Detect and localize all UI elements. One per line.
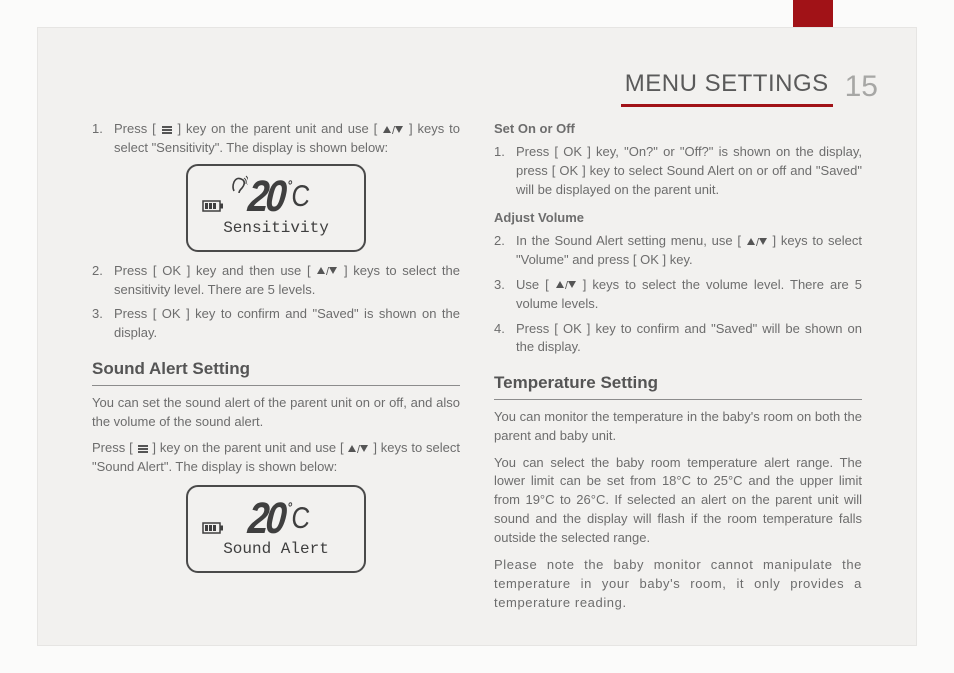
paragraph: You can select the baby room temperature… xyxy=(494,454,862,548)
list-item: 1. Press [ OK ] key, "On?" or "Off?" is … xyxy=(494,143,862,200)
list-item: 2. Press [ OK ] key and then use [ / ] k… xyxy=(92,262,460,300)
step-text: Use [ / ] keys to select the volume leve… xyxy=(516,276,862,314)
step-number: 3. xyxy=(92,305,114,343)
step-text: Press [ ] key on the parent unit and use… xyxy=(114,120,460,158)
lcd-temperature: 20°C xyxy=(247,177,312,217)
lcd-top-row: 20°C xyxy=(198,499,354,539)
list-item: 3. Press [ OK ] key to confirm and "Save… xyxy=(92,305,460,343)
paragraph: Press [ ] key on the parent unit and use… xyxy=(92,439,460,477)
page-header: MENU SETTINGS 15 xyxy=(76,66,878,108)
list-item: 4. Press [ OK ] key to confirm and "Save… xyxy=(494,320,862,358)
step-number: 1. xyxy=(494,143,516,200)
step-text: Press [ OK ] key and then use [ / ] keys… xyxy=(114,262,460,300)
volume-steps: 2. In the Sound Alert setting menu, use … xyxy=(494,232,862,357)
lcd-temperature: 20°C xyxy=(247,499,312,539)
page-number: 15 xyxy=(845,65,878,109)
header-accent-block xyxy=(793,0,833,28)
onoff-steps: 1. Press [ OK ] key, "On?" or "Off?" is … xyxy=(494,143,862,200)
content-columns: 1. Press [ ] key on the parent unit and … xyxy=(92,120,862,615)
menu-icon xyxy=(137,444,149,454)
battery-icon xyxy=(202,199,224,218)
page-title: MENU SETTINGS xyxy=(621,67,833,107)
list-item: 3. Use [ / ] keys to select the volume l… xyxy=(494,276,862,314)
battery-icon xyxy=(202,521,224,540)
up-down-arrows-icon: / xyxy=(316,266,338,276)
step-number: 2. xyxy=(92,262,114,300)
paragraph: You can monitor the temperature in the b… xyxy=(494,408,862,446)
heading-temperature: Temperature Setting xyxy=(494,371,862,400)
lcd-top-row: 20°C xyxy=(198,177,354,217)
up-down-arrows-icon: / xyxy=(746,237,768,247)
step-number: 1. xyxy=(92,120,114,158)
step-number: 4. xyxy=(494,320,516,358)
step-text: Press [ OK ] key to confirm and "Saved" … xyxy=(516,320,862,358)
page-container: MENU SETTINGS 15 1. Press [ ] key on the… xyxy=(38,28,916,645)
step-text: Press [ OK ] key to confirm and "Saved" … xyxy=(114,305,460,343)
lcd-screen: 20°C Sensitivity xyxy=(186,164,366,252)
menu-icon xyxy=(161,125,173,135)
heading-sound-alert: Sound Alert Setting xyxy=(92,357,460,386)
step-text: In the Sound Alert setting menu, use [ /… xyxy=(516,232,862,270)
paragraph: Please note the baby monitor cannot mani… xyxy=(494,556,862,613)
up-down-arrows-icon: / xyxy=(347,444,369,454)
paragraph: You can set the sound alert of the paren… xyxy=(92,394,460,432)
lcd-display-sound-alert: 20°C Sound Alert xyxy=(92,485,460,573)
lcd-display-sensitivity: 20°C Sensitivity xyxy=(92,164,460,252)
heading-adjust-volume: Adjust Volume xyxy=(494,209,862,228)
step-text: Press [ OK ] key, "On?" or "Off?" is sho… xyxy=(516,143,862,200)
left-column: 1. Press [ ] key on the parent unit and … xyxy=(92,120,460,615)
step-number: 3. xyxy=(494,276,516,314)
list-item: 1. Press [ ] key on the parent unit and … xyxy=(92,120,460,158)
sensitivity-steps-cont: 2. Press [ OK ] key and then use [ / ] k… xyxy=(92,262,460,343)
heading-set-on-off: Set On or Off xyxy=(494,120,862,139)
ear-icon xyxy=(230,175,248,201)
up-down-arrows-icon: / xyxy=(555,280,577,290)
right-column: Set On or Off 1. Press [ OK ] key, "On?"… xyxy=(494,120,862,615)
lcd-screen: 20°C Sound Alert xyxy=(186,485,366,573)
up-down-arrows-icon: / xyxy=(382,125,404,135)
sensitivity-steps: 1. Press [ ] key on the parent unit and … xyxy=(92,120,460,158)
list-item: 2. In the Sound Alert setting menu, use … xyxy=(494,232,862,270)
step-number: 2. xyxy=(494,232,516,270)
